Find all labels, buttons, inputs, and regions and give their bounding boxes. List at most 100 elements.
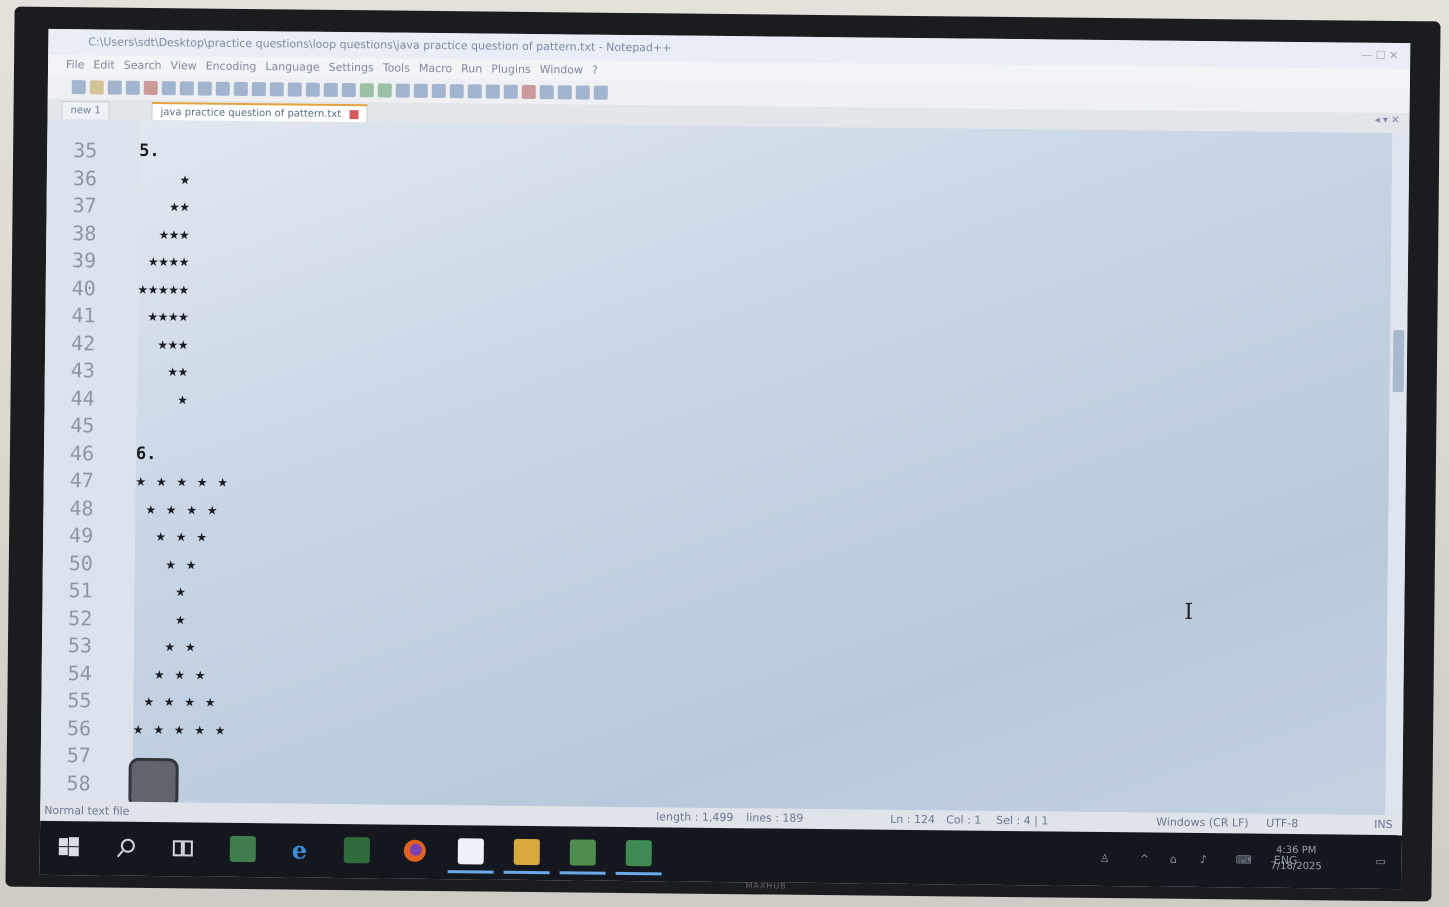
- people-icon[interactable]: ♙: [1099, 832, 1110, 886]
- search-icon[interactable]: [114, 835, 140, 861]
- status-file-type: Normal text file: [44, 803, 130, 818]
- clock[interactable]: 4:36 PM 7/18/2025: [1270, 843, 1322, 876]
- image-app-icon[interactable]: [569, 839, 596, 866]
- line-text: ★★★★: [137, 250, 190, 272]
- status-eol: Windows (CR LF): [1156, 815, 1249, 830]
- zoom-in-icon[interactable]: [323, 82, 338, 97]
- editor-area[interactable]: 35 5. 36 ★ 37 ★★ 38 ★★★ 39 ★★★★ 40 ★★★★★ 41 ★★★★…: [40, 118, 1393, 823]
- line-number: 43: [70, 358, 96, 383]
- line-text: ★ ★ ★: [133, 663, 206, 685]
- window-controls[interactable]: — ☐ ✕: [1361, 43, 1398, 69]
- line-text: 6.: [135, 443, 157, 464]
- sync-vertical-icon[interactable]: [359, 83, 374, 98]
- menu-item-settings[interactable]: Settings: [329, 61, 374, 74]
- line-text: ★: [138, 168, 191, 189]
- copy-icon[interactable]: [215, 81, 230, 96]
- stop-macro-icon[interactable]: [539, 85, 554, 100]
- play-macro-icon[interactable]: [557, 85, 572, 100]
- scrollbar-thumb[interactable]: [1392, 330, 1405, 393]
- word-wrap-icon[interactable]: [395, 83, 410, 98]
- new-file-icon[interactable]: [71, 80, 86, 95]
- line-number: 37: [72, 193, 97, 218]
- paste-icon[interactable]: [233, 81, 248, 97]
- close-all-icon[interactable]: [161, 81, 176, 96]
- menu-item-tools[interactable]: Tools: [383, 61, 410, 74]
- notification-icon[interactable]: ▭: [1375, 835, 1386, 889]
- task-view-icon[interactable]: [170, 835, 196, 861]
- menu-item-run[interactable]: Run: [461, 62, 482, 75]
- window-title: C:\Users\sdt\Desktop\practice questions\…: [88, 35, 672, 55]
- tab-scroll-arrows[interactable]: ◂ ▾ ✕: [1375, 115, 1400, 126]
- replace-icon[interactable]: [305, 82, 320, 97]
- firefox-icon[interactable]: [402, 838, 428, 864]
- folder-workspace-icon[interactable]: [485, 84, 500, 99]
- open-file-icon[interactable]: [89, 80, 104, 95]
- windows-start-icon[interactable]: [56, 834, 82, 860]
- volume-icon[interactable]: ♪: [1199, 833, 1207, 887]
- tab-new-1[interactable]: new 1: [61, 101, 110, 120]
- line-text: ★★★: [138, 223, 190, 244]
- close-tab-icon[interactable]: [349, 109, 359, 119]
- save-all-icon[interactable]: [125, 80, 140, 95]
- document-map-icon[interactable]: [449, 84, 464, 99]
- menu-item-language[interactable]: Language: [265, 60, 319, 74]
- green-app-3-icon[interactable]: [625, 840, 652, 867]
- line-number: 49: [68, 523, 94, 548]
- cut-icon[interactable]: [197, 81, 212, 96]
- menu-item-plugins[interactable]: Plugins: [491, 63, 531, 76]
- save-icon[interactable]: [107, 80, 122, 95]
- zoom-out-icon[interactable]: [341, 82, 356, 98]
- line-text: ★: [136, 388, 188, 409]
- line-number: 48: [69, 495, 94, 520]
- notepad-icon[interactable]: [457, 838, 484, 865]
- menu-item-[interactable]: ?: [592, 64, 598, 77]
- indent-guide-icon[interactable]: [431, 83, 446, 99]
- function-list-icon[interactable]: [467, 84, 482, 99]
- line-text: ★★★: [137, 333, 189, 354]
- save-macro-icon[interactable]: [593, 85, 608, 100]
- keyboard-icon[interactable]: ⌨: [1235, 833, 1252, 887]
- network-icon[interactable]: ⌂: [1169, 833, 1177, 887]
- clock-date: 7/18/2025: [1270, 860, 1322, 873]
- line-number: 39: [71, 248, 97, 273]
- line-number: 44: [70, 385, 95, 410]
- print-icon[interactable]: [179, 81, 194, 96]
- line-text: ★★★★: [137, 305, 189, 327]
- line-number: 50: [68, 550, 94, 575]
- line-number: 35: [73, 138, 98, 163]
- line-number: 36: [72, 165, 98, 190]
- clock-time: 4:36 PM: [1276, 844, 1317, 857]
- line-text: 5.: [139, 140, 160, 162]
- green-app-2-icon[interactable]: [343, 837, 370, 864]
- menu-item-edit[interactable]: Edit: [93, 58, 114, 71]
- floating-overlay-button[interactable]: [128, 757, 179, 809]
- line-text: ★★: [138, 195, 190, 217]
- show-hidden-icons-icon[interactable]: ^: [1139, 832, 1149, 886]
- status-length: length : 1,499: [656, 810, 734, 825]
- file-explorer-icon[interactable]: [513, 838, 540, 866]
- tab-pattern-file[interactable]: java practice question of pattern.txt: [151, 101, 368, 123]
- run-macro-multiple-icon[interactable]: [575, 85, 590, 100]
- show-all-chars-icon[interactable]: [413, 83, 428, 98]
- menu-item-window[interactable]: Window: [540, 63, 584, 76]
- line-number: 54: [67, 660, 92, 685]
- menu-item-search[interactable]: Search: [124, 59, 162, 72]
- line-number: 40: [71, 275, 96, 300]
- green-app-icon[interactable]: [229, 835, 256, 863]
- status-encoding: UTF-8: [1266, 816, 1299, 831]
- screen: C:\Users\sdt\Desktop\practice questions\…: [39, 28, 1411, 890]
- monitor-icon[interactable]: [503, 84, 518, 99]
- close-icon[interactable]: [143, 80, 158, 96]
- record-macro-icon[interactable]: [521, 84, 536, 100]
- menu-item-view[interactable]: View: [170, 59, 196, 72]
- menu-item-encoding[interactable]: Encoding: [206, 60, 257, 74]
- redo-icon[interactable]: [269, 82, 284, 97]
- menu-item-file[interactable]: File: [66, 58, 85, 71]
- line-number: 56: [66, 715, 92, 740]
- sync-horizontal-icon[interactable]: [377, 83, 392, 98]
- find-icon[interactable]: [287, 82, 302, 97]
- menu-item-macro[interactable]: Macro: [419, 62, 452, 75]
- undo-icon[interactable]: [251, 82, 266, 97]
- tab-label: java practice question of pattern.txt: [160, 107, 342, 120]
- edge-browser-icon[interactable]: e: [288, 836, 314, 862]
